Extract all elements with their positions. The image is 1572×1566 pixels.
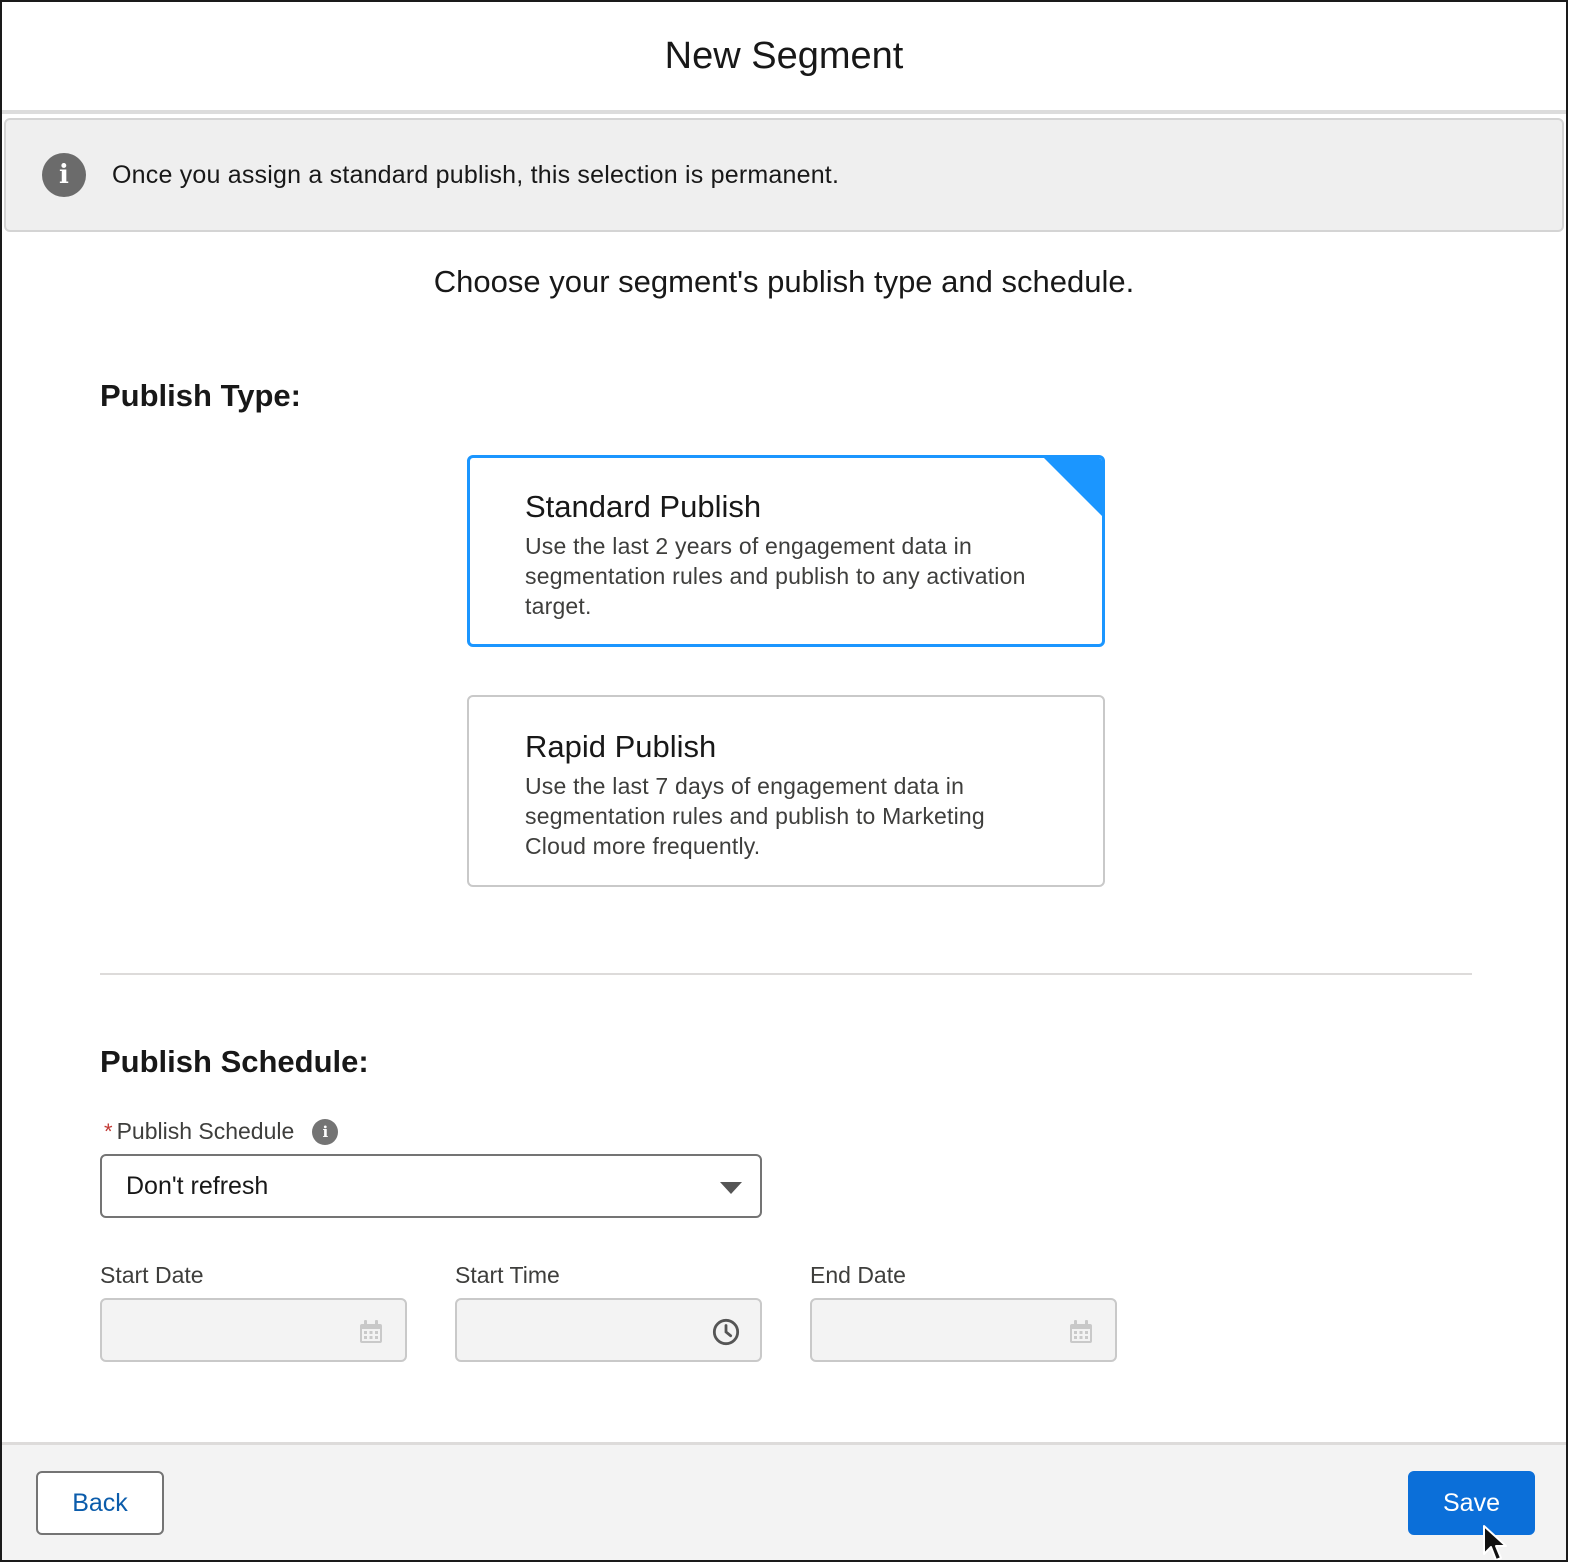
modal-footer: Back Save: [2, 1442, 1566, 1560]
help-info-icon[interactable]: i: [312, 1118, 339, 1145]
info-icon: i: [42, 153, 86, 197]
start-time-input: [455, 1298, 762, 1362]
info-notice: i Once you assign a standard publish, th…: [4, 118, 1564, 232]
publish-schedule-value: Don't refresh: [126, 1171, 269, 1200]
mouse-pointer-icon: [1483, 1525, 1507, 1560]
option-title: Rapid Publish: [525, 729, 717, 764]
publish-schedule-heading: Publish Schedule:: [100, 1044, 369, 1079]
option-description: Use the last 7 days of engagement data i…: [525, 773, 985, 859]
page-subtitle: Choose your segment's publish type and s…: [433, 264, 1135, 299]
start-date-label: Start Date: [100, 1262, 204, 1288]
new-segment-modal: New Segment i Once you assign a standard…: [0, 0, 1568, 1562]
selected-corner-marker: [1044, 458, 1102, 516]
publish-schedule-select[interactable]: Don't refresh: [100, 1154, 762, 1218]
back-button[interactable]: Back: [36, 1471, 164, 1535]
required-marker: *: [104, 1118, 113, 1144]
start-time-label: Start Time: [455, 1262, 560, 1288]
clock-icon: [712, 1318, 740, 1346]
rapid-publish-card[interactable]: Rapid Publish Use the last 7 days of eng…: [467, 695, 1105, 887]
modal-header: New Segment: [2, 2, 1566, 114]
save-button[interactable]: Save: [1408, 1471, 1535, 1535]
option-title: Standard Publish: [525, 489, 762, 524]
end-date-label: End Date: [810, 1262, 906, 1288]
calendar-icon: [357, 1318, 385, 1346]
publish-schedule-label-text: Publish Schedule: [116, 1118, 295, 1144]
notice-text: Once you assign a standard publish, this…: [112, 160, 840, 189]
section-divider: [100, 973, 1472, 975]
end-date-input: [810, 1298, 1117, 1362]
publish-schedule-label: * Publish Schedule i: [104, 1118, 339, 1145]
standard-publish-card[interactable]: Standard Publish Use the last 2 years of…: [467, 455, 1105, 647]
calendar-icon: [1067, 1318, 1095, 1346]
option-description: Use the last 2 years of engagement data …: [525, 533, 1026, 619]
chevron-down-icon: [720, 1182, 742, 1194]
start-date-input: [100, 1298, 407, 1362]
publish-type-heading: Publish Type:: [100, 378, 301, 413]
modal-title: New Segment: [664, 34, 904, 77]
